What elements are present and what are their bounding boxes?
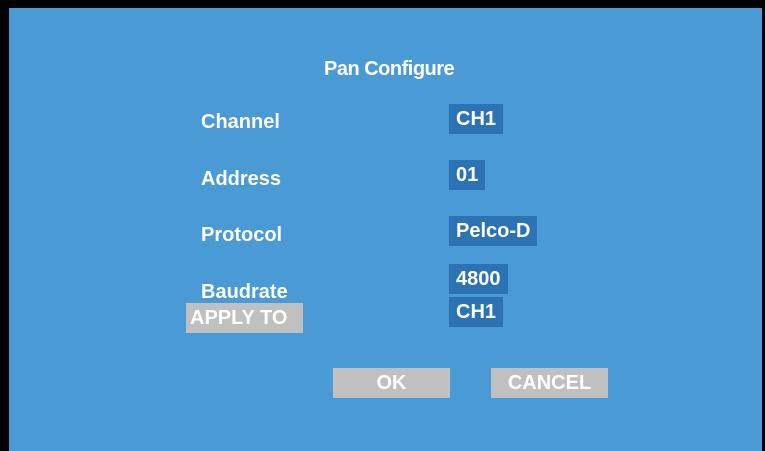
baudrate-select[interactable]: 4800 [449, 264, 508, 294]
address-select[interactable]: 01 [449, 160, 486, 190]
apply-to-select[interactable]: CH1 [449, 297, 504, 327]
channel-label: Channel [201, 111, 280, 133]
protocol-select[interactable]: Pelco-D [449, 216, 538, 246]
address-label: Address [201, 168, 282, 190]
ok-button[interactable]: OK [333, 368, 450, 398]
protocol-label: Protocol [201, 224, 283, 246]
cancel-button[interactable]: CANCEL [491, 368, 608, 398]
dialog-title: Pan Configure [324, 58, 455, 80]
baudrate-label: Baudrate [201, 281, 288, 303]
apply-to-button[interactable]: APPLY TO [186, 303, 303, 333]
pan-configure-dialog: Pan Configure Channel CH1 Address 01 Pro… [0, 0, 765, 451]
channel-select[interactable]: CH1 [449, 104, 504, 134]
